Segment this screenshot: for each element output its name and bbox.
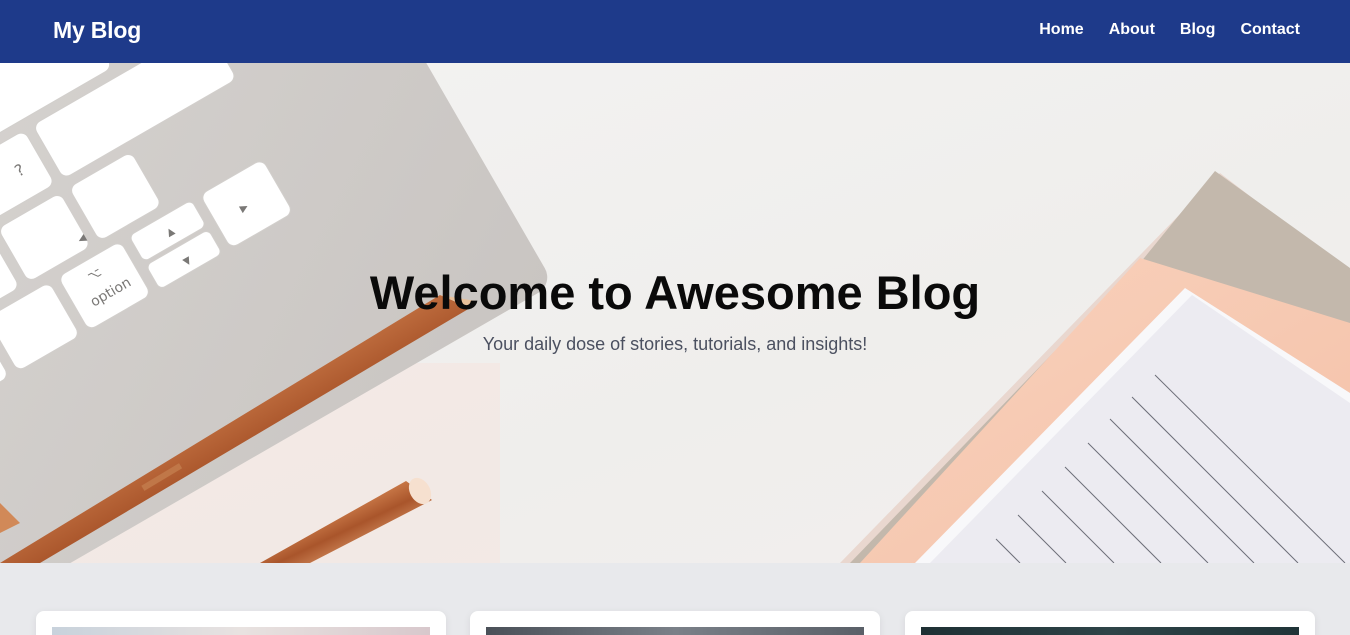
hero-subtitle: Your daily dose of stories, tutorials, a… xyxy=(482,334,868,354)
nav-link-blog[interactable]: Blog xyxy=(1180,21,1216,39)
blog-cards-section xyxy=(0,563,1350,635)
nav-link-contact[interactable]: Contact xyxy=(1240,21,1300,39)
blog-card[interactable] xyxy=(470,611,880,635)
blog-card[interactable] xyxy=(905,611,1315,635)
brand-logo[interactable]: My Blog xyxy=(53,17,141,44)
top-navbar: My Blog Home About Blog Contact xyxy=(0,0,1350,63)
hero-title: Welcome to Awesome Blog xyxy=(369,266,981,319)
blog-card-thumbnail xyxy=(921,627,1299,635)
nav-link-about[interactable]: About xyxy=(1109,21,1155,39)
hero-section: P " : ? L > < shift option command ⌘ ⌥ ▲… xyxy=(0,63,1350,563)
blog-card-thumbnail xyxy=(486,627,864,635)
nav-links: Home About Blog Contact xyxy=(1039,21,1300,39)
nav-link-home[interactable]: Home xyxy=(1039,21,1083,39)
blog-card-thumbnail xyxy=(52,627,430,635)
blog-card[interactable] xyxy=(36,611,446,635)
